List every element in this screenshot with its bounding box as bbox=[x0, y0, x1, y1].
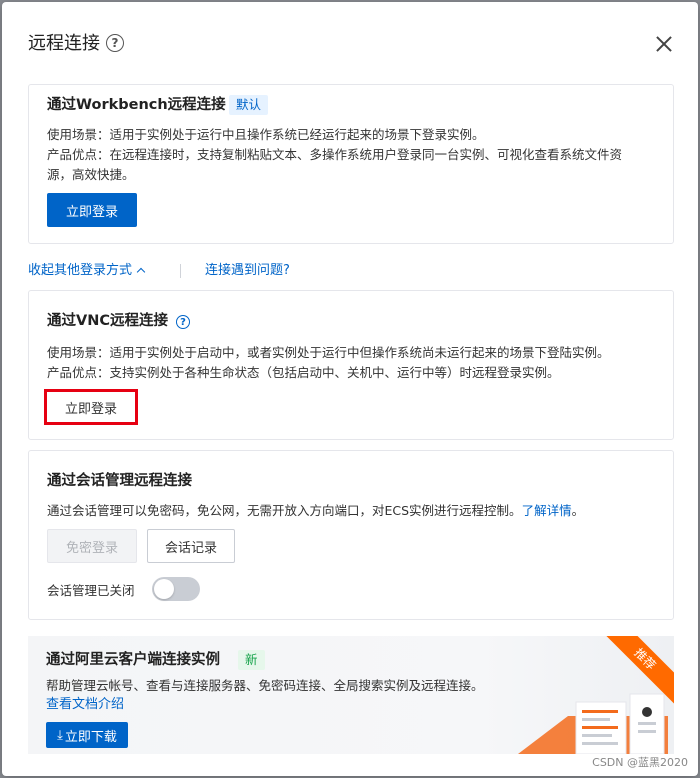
learn-more-link[interactable]: 了解详情 bbox=[522, 503, 572, 518]
collapse-other-login-link[interactable]: 收起其他登录方式 bbox=[28, 262, 146, 280]
vnc-help-icon[interactable]: ? bbox=[176, 315, 190, 329]
dialog-header: 远程连接 ? bbox=[2, 2, 698, 84]
session-records-button[interactable]: 会话记录 bbox=[147, 529, 235, 563]
session-description-line: 通过会话管理可以免密码，免公网，无需开放入方向端口，对ECS实例进行远程控制。了… bbox=[47, 501, 584, 521]
workbench-advantage-line1: 产品优点：在远程连接时，支持复制粘贴文本、多操作系统用户登录同一台实例、可视化查… bbox=[47, 147, 623, 162]
new-badge: 新 bbox=[238, 650, 265, 670]
close-button[interactable] bbox=[652, 32, 676, 56]
workbench-title: 通过Workbench远程连接 bbox=[47, 97, 226, 113]
client-title: 通过阿里云客户端连接实例 bbox=[46, 652, 220, 668]
workbench-card: 通过Workbench远程连接 默认 使用场景：适用于实例处于运行中且操作系统已… bbox=[28, 84, 674, 244]
vnc-login-button[interactable]: 立即登录 bbox=[49, 393, 133, 421]
client-card: 通过阿里云客户端连接实例 新 帮助管理云帐号、查看与连接服务器、免密码连接、全局… bbox=[28, 636, 674, 754]
download-icon: ⤓ bbox=[57, 727, 63, 742]
workbench-scenario: 使用场景：适用于实例处于运行中且操作系统已经运行起来的场景下登录实例。 bbox=[47, 127, 485, 142]
session-title: 通过会话管理远程连接 bbox=[47, 473, 192, 489]
collapse-other-label: 收起其他登录方式 bbox=[28, 263, 133, 278]
passwordless-login-button[interactable]: 免密登录 bbox=[47, 529, 137, 563]
dialog-title: 远程连接 bbox=[28, 33, 100, 54]
toggle-knob bbox=[154, 579, 174, 599]
doc-link[interactable]: 查看文档介绍 bbox=[46, 696, 124, 714]
session-description: 通过会话管理可以免密码，免公网，无需开放入方向端口，对ECS实例进行远程控制。 bbox=[47, 503, 522, 518]
link-separator bbox=[180, 264, 181, 278]
chevron-up-icon bbox=[136, 267, 146, 276]
connection-issue-link[interactable]: 连接遇到问题? bbox=[205, 262, 290, 280]
vnc-card: 通过VNC远程连接 使用场景：适用于实例处于启动中，或者实例处于运行中但操作系统… bbox=[28, 290, 674, 440]
session-card: 通过会话管理远程连接 通过会话管理可以免密码，免公网，无需开放入方向端口，对EC… bbox=[28, 450, 674, 620]
vnc-advantage: 产品优点：支持实例处于各种生命状态（包括启动中、关机中、运行中等）时远程登录实例… bbox=[47, 365, 560, 380]
workbench-login-button[interactable]: 立即登录 bbox=[47, 193, 137, 227]
session-status-label: 会话管理已关闭 bbox=[47, 583, 135, 598]
workbench-advantage-line2: 源，高效快捷。 bbox=[47, 167, 135, 182]
download-label: 立即下载 bbox=[64, 728, 117, 744]
vnc-title: 通过VNC远程连接 bbox=[47, 313, 168, 329]
default-badge: 默认 bbox=[229, 95, 269, 115]
help-icon[interactable]: ? bbox=[106, 34, 124, 52]
download-button[interactable]: ⤓ 立即下载 bbox=[46, 722, 128, 748]
session-description-end: 。 bbox=[571, 503, 585, 518]
watermark: CSDN @蓝黑2020 bbox=[592, 756, 688, 769]
vnc-scenario: 使用场景：适用于实例处于启动中，或者实例处于运行中但操作系统尚未运行起来的场景下… bbox=[47, 345, 610, 360]
session-toggle[interactable] bbox=[152, 577, 200, 601]
client-description: 帮助管理云帐号、查看与连接服务器、免密码连接、全局搜索实例及远程连接。 bbox=[46, 678, 484, 693]
remote-connect-dialog: 远程连接 ? 通过Workbench远程连接 默认 使用场景：适用于实例处于运行… bbox=[2, 2, 698, 776]
